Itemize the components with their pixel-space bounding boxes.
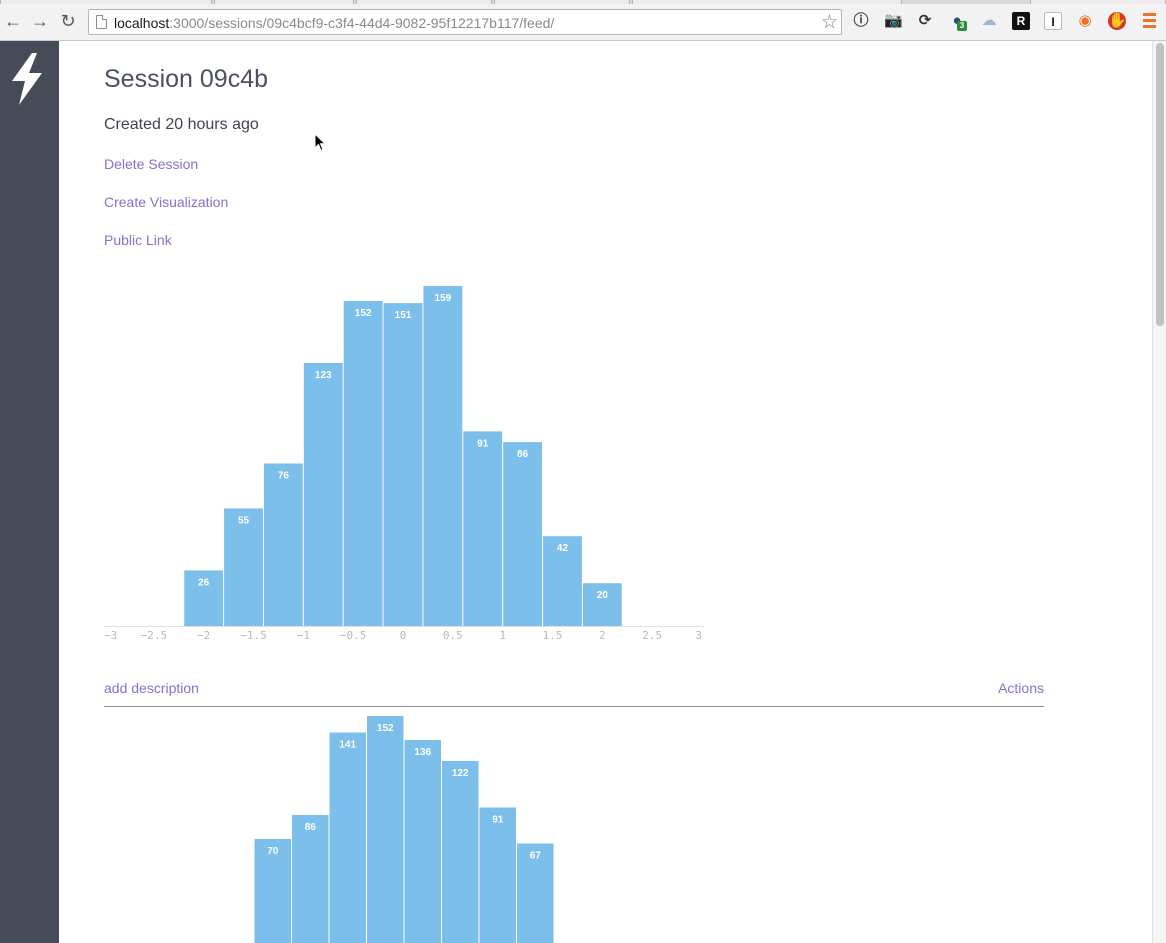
forward-arrow-icon[interactable]: → — [30, 11, 50, 31]
bar-value-label: 122 — [452, 768, 469, 779]
x-tick-label: 0.5 — [443, 629, 463, 642]
histogram-bar[interactable] — [503, 442, 543, 626]
actions-link[interactable]: Actions — [998, 680, 1044, 696]
histogram-bar[interactable] — [442, 761, 479, 943]
bar-value-label: 91 — [492, 815, 504, 826]
lightning-logo-icon[interactable] — [10, 53, 46, 105]
histogram-bar[interactable] — [329, 732, 367, 943]
info-extension-icon[interactable]: ⓘ — [852, 12, 870, 30]
histogram-bar[interactable] — [404, 740, 442, 943]
bar-value-label: 152 — [355, 308, 372, 319]
x-tick-label: 2 — [599, 629, 606, 642]
browser-tab[interactable] — [214, 0, 354, 4]
bar-value-label: 70 — [267, 846, 279, 857]
back-arrow-icon[interactable]: ← — [3, 11, 23, 31]
bar-value-label: 86 — [517, 449, 529, 460]
bar-value-label: 141 — [339, 740, 356, 751]
visualization-footer: add description Actions — [104, 680, 1044, 707]
address-url[interactable]: localhost:3000/sessions/09c4bcf9-c3f4-44… — [114, 15, 554, 31]
badge-extension-icon[interactable]: ●3 — [948, 12, 967, 31]
color-extension-icon[interactable]: ◉ — [1076, 12, 1094, 30]
bar-value-label: 42 — [557, 543, 569, 554]
camera-extension-icon[interactable]: 📷 — [884, 12, 903, 30]
browser-toolbar: ← → ↻ localhost:3000/sessions/09c4bcf9-c… — [0, 0, 1166, 41]
histogram-chart-2: 70 86 141 152 136 122 91 67 — [254, 716, 554, 943]
histogram-bar[interactable] — [343, 300, 383, 626]
bar-value-label: 67 — [530, 851, 542, 862]
x-tick-label: 2.5 — [642, 629, 662, 642]
histogram-bar[interactable] — [479, 807, 517, 943]
sync-extension-icon[interactable]: ⟳ — [916, 12, 934, 30]
extension-badge: 3 — [957, 21, 967, 31]
mouse-cursor-icon — [314, 133, 326, 152]
histogram-bar[interactable] — [367, 716, 404, 943]
bar-value-label: 20 — [597, 590, 609, 601]
histogram-bar[interactable] — [383, 303, 423, 626]
r-extension-icon[interactable]: R — [1012, 12, 1030, 30]
histogram-chart-1: 265576123152 15115991864220−3 −2.5 −2 −1.5 −1… — [104, 286, 704, 642]
browser-tab[interactable] — [632, 0, 902, 4]
histogram-bar[interactable] — [423, 286, 463, 626]
cloud-extension-icon[interactable]: ☁ — [980, 12, 998, 30]
hamburger-menu-icon[interactable] — [1143, 13, 1156, 28]
bar-value-label: 55 — [238, 515, 250, 526]
x-tick-label: −1 — [297, 629, 310, 642]
x-tick-label: −1.5 — [240, 629, 267, 642]
x-tick-label: 1 — [499, 629, 506, 642]
delete-session-link[interactable]: Delete Session — [104, 156, 198, 172]
x-tick-label: −2 — [197, 629, 210, 642]
x-tick-label: 0 — [400, 629, 407, 642]
create-visualization-link[interactable]: Create Visualization — [104, 194, 228, 210]
bar-value-label: 152 — [377, 723, 394, 734]
histogram-bar[interactable] — [292, 815, 329, 943]
vertical-scrollbar[interactable] — [1152, 41, 1166, 943]
bar-value-label: 91 — [477, 438, 489, 449]
public-link[interactable]: Public Link — [104, 232, 172, 248]
bar-value-label: 86 — [305, 822, 317, 833]
reload-icon[interactable]: ↻ — [58, 11, 78, 31]
tab-strip — [0, 0, 1166, 4]
x-tick-label: 1.5 — [543, 629, 563, 642]
histogram-bar[interactable] — [263, 463, 303, 626]
bookmark-star-icon[interactable]: ☆ — [821, 11, 838, 34]
bar-value-label: 123 — [315, 370, 332, 381]
histogram-bar[interactable] — [303, 362, 343, 626]
scrollbar-thumb[interactable] — [1156, 43, 1164, 326]
x-tick-label: −3 — [104, 629, 117, 642]
page-icon — [96, 15, 107, 29]
bar-value-label: 76 — [278, 470, 290, 481]
histogram-bar[interactable] — [463, 431, 503, 626]
bar-value-label: 151 — [395, 310, 412, 321]
bar-value-label: 136 — [414, 747, 431, 758]
x-tick-label: 3 — [695, 629, 702, 642]
browser-tab[interactable] — [0, 0, 212, 4]
bar-value-label: 26 — [198, 577, 210, 588]
created-timestamp: Created 20 hours ago — [104, 116, 259, 133]
x-tick-label: −0.5 — [340, 629, 367, 642]
i-extension-icon[interactable]: I — [1044, 12, 1062, 30]
page-title: Session 09c4b — [104, 65, 269, 93]
browser-tab[interactable] — [494, 0, 630, 4]
browser-tab[interactable] — [1030, 0, 1166, 4]
app-sidebar — [0, 41, 59, 943]
stop-extension-icon[interactable]: ✋ — [1108, 12, 1127, 30]
browser-tab[interactable] — [356, 0, 492, 4]
x-tick-label: −2.5 — [141, 629, 168, 642]
address-bar[interactable]: localhost:3000/sessions/09c4bcf9-c3f4-44… — [88, 9, 842, 35]
add-description-link[interactable]: add description — [104, 680, 199, 696]
bar-value-label: 159 — [435, 293, 452, 304]
